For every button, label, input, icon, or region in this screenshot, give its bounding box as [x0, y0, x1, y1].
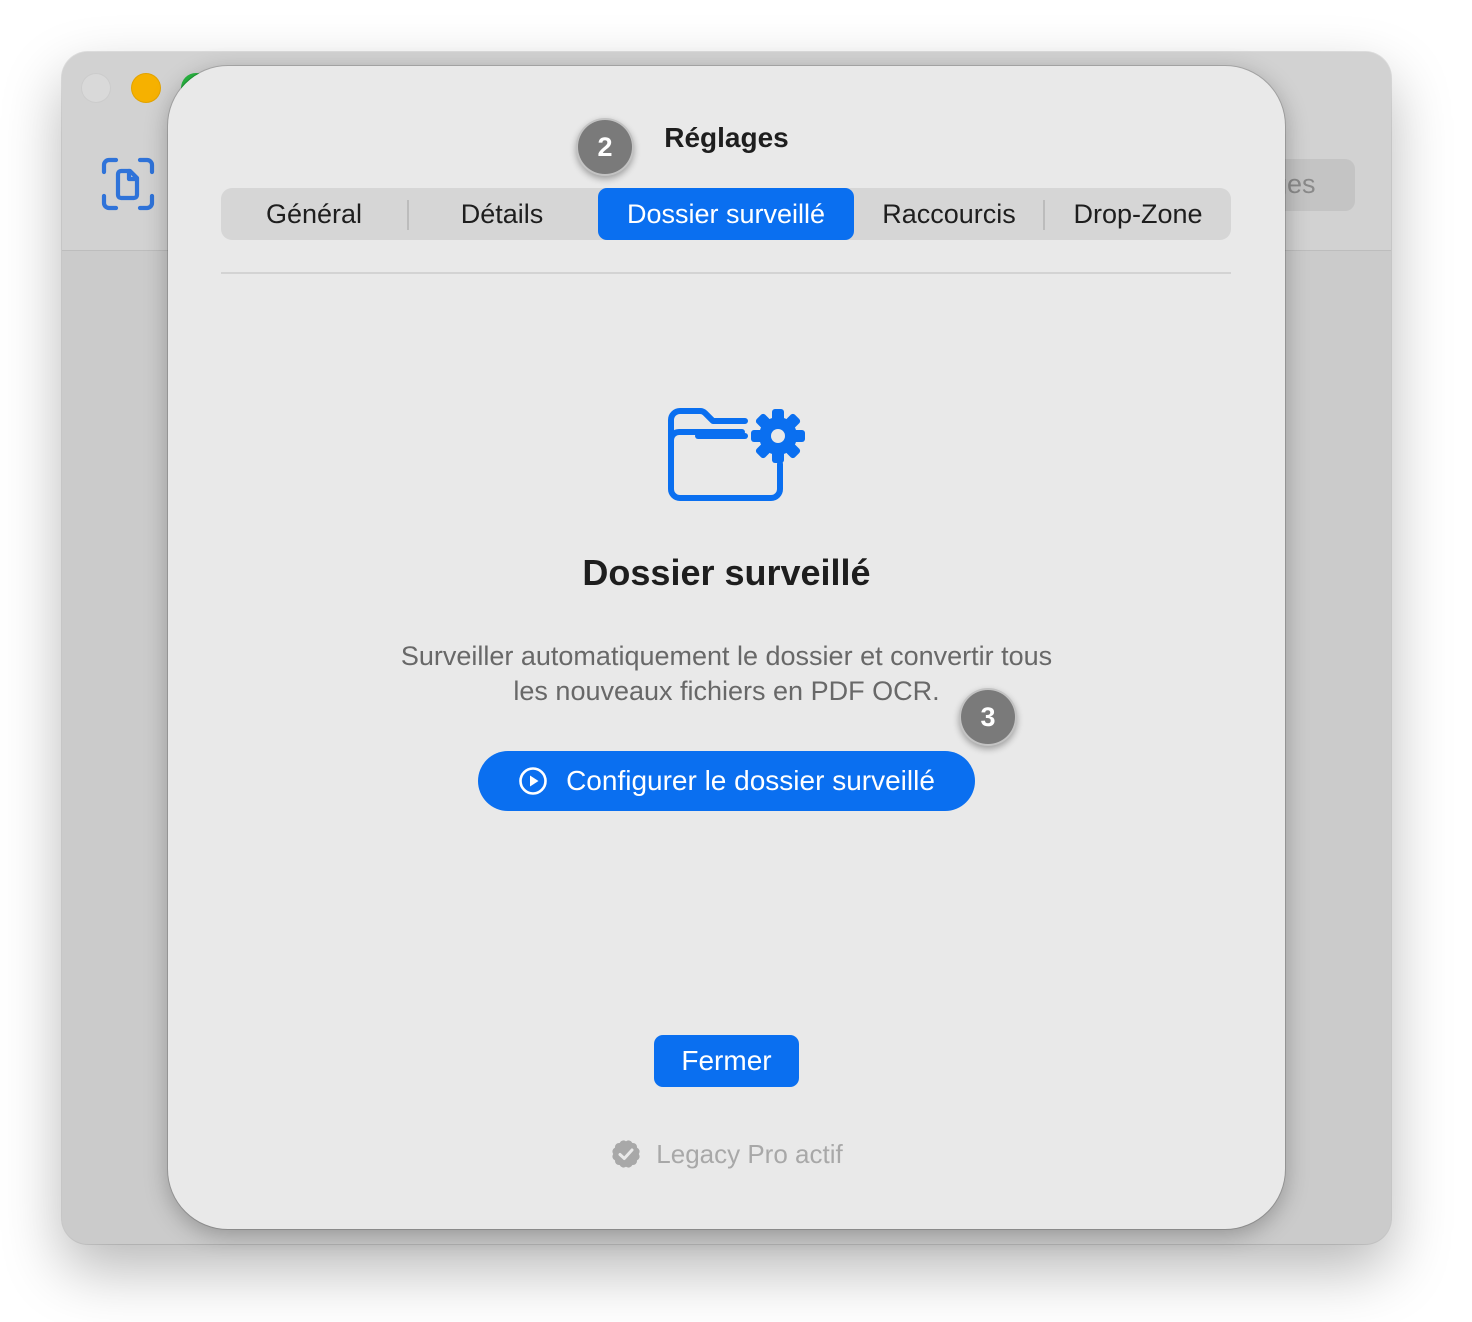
document-scan-icon[interactable] — [100, 156, 156, 212]
license-status: Legacy Pro actif — [168, 1138, 1285, 1170]
tab-details[interactable]: Détails — [409, 188, 595, 240]
feature-description-line: Surveiller automatiquement le dossier et… — [400, 641, 1053, 671]
sheet-title: Réglages — [664, 122, 789, 153]
tab-watched-folder[interactable]: Dossier surveillé — [598, 188, 854, 240]
window-minimize-button[interactable] — [131, 73, 161, 103]
tab-drop-zone[interactable]: Drop-Zone — [1045, 188, 1231, 240]
settings-sheet: Réglages Général Détails Dossier surveil… — [168, 66, 1285, 1229]
divider — [221, 272, 1231, 274]
configure-watched-folder-button[interactable]: Configurer le dossier surveillé — [478, 751, 975, 811]
checkmark-seal-icon — [612, 1140, 640, 1168]
step-badge-3: 3 — [959, 688, 1017, 746]
tab-general[interactable]: Général — [221, 188, 407, 240]
step-badge-2: 2 — [576, 118, 634, 176]
tab-shortcuts[interactable]: Raccourcis — [857, 188, 1041, 240]
configure-button-label: Configurer le dossier surveillé — [566, 765, 935, 796]
play-circle-icon — [519, 767, 547, 795]
feature-title: Dossier surveillé — [582, 552, 871, 593]
settings-tabs: Général Détails Dossier surveillé Raccou… — [221, 188, 1231, 240]
license-status-label: Legacy Pro actif — [656, 1138, 843, 1169]
close-button[interactable]: Fermer — [654, 1035, 799, 1087]
folder-gear-icon — [668, 408, 805, 501]
window-close-button[interactable] — [81, 73, 111, 103]
